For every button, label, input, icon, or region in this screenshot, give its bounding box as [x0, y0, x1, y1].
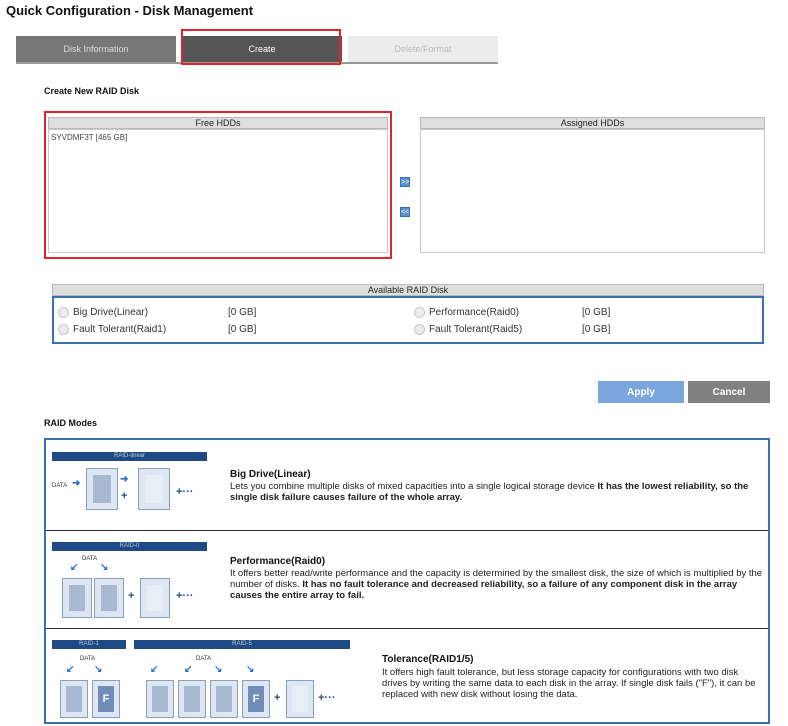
- assigned-hdds-header: Assigned HDDs: [420, 117, 765, 129]
- data-label: DATA: [196, 656, 212, 662]
- free-hdds-highlight: [44, 111, 392, 259]
- disk-face: [292, 686, 308, 712]
- mode-desc-linear: Lets you combine multiple disks of mixed…: [230, 481, 766, 503]
- arrow-down-right-icon: ↘: [94, 664, 103, 675]
- create-section-title: Create New RAID Disk: [44, 86, 140, 96]
- raid-option-raid1[interactable]: Fault Tolerant(Raid1): [58, 324, 166, 335]
- data-label: DATA: [52, 483, 68, 489]
- disk-icon: [286, 680, 314, 718]
- move-left-button[interactable]: <<: [400, 207, 410, 217]
- disk-face: [93, 475, 111, 503]
- available-raid-header: Available RAID Disk: [52, 284, 764, 296]
- arrow-right-icon: ➜: [120, 474, 129, 485]
- plus-more-icon: +···: [176, 590, 194, 602]
- arrow-right-icon: ➜: [72, 478, 81, 489]
- fault-disk-icon: F: [92, 680, 120, 718]
- fault-letter: F: [248, 686, 264, 712]
- mode-title-raid0: Performance(Raid0): [230, 556, 326, 567]
- raid-capacity: [0 GB]: [582, 324, 611, 335]
- disk-icon: [146, 680, 174, 718]
- fault-disk-icon: F: [242, 680, 270, 718]
- disk-icon: [178, 680, 206, 718]
- move-right-button[interactable]: >>: [400, 177, 410, 187]
- assigned-hdds-list[interactable]: [420, 129, 765, 253]
- arrow-down-right-icon: ↘: [246, 664, 255, 675]
- fault-letter: F: [98, 686, 114, 712]
- disk-face: [145, 475, 163, 503]
- page-title: Quick Configuration - Disk Management: [6, 3, 254, 18]
- mode-desc-raid0: It offers better read/write performance …: [230, 568, 766, 601]
- apply-button[interactable]: Apply: [598, 381, 684, 403]
- plus-icon: +: [121, 490, 128, 502]
- tab-delete-format[interactable]: Delete/Format: [348, 36, 498, 62]
- arrow-down-right-icon: ↘: [100, 562, 109, 573]
- tab-disk-information[interactable]: Disk Information: [16, 36, 176, 62]
- disk-icon: [62, 578, 92, 618]
- disk-icon: [140, 578, 170, 618]
- radio-icon[interactable]: [414, 307, 425, 318]
- disk-icon: [138, 468, 170, 510]
- plus-icon: +: [128, 590, 135, 602]
- disk-face: [147, 585, 163, 611]
- disk-face: [216, 686, 232, 712]
- arrow-down-left-icon: ↙: [150, 664, 159, 675]
- raid-0-bar: RAID-0: [52, 542, 207, 551]
- raid-option-label: Fault Tolerant(Raid1): [73, 324, 167, 335]
- disk-face: [152, 686, 168, 712]
- radio-icon[interactable]: [58, 324, 69, 335]
- mode-separator: [46, 530, 768, 531]
- disk-face: [69, 585, 85, 611]
- cancel-button[interactable]: Cancel: [688, 381, 770, 403]
- raid-option-raid0[interactable]: Performance(Raid0): [414, 307, 519, 318]
- raid-1-bar: RAID-1: [52, 640, 126, 649]
- raid-5-bar: RAID-5: [134, 640, 350, 649]
- data-label: DATA: [82, 556, 98, 562]
- arrow-down-left-icon: ↙: [184, 664, 193, 675]
- arrow-down-left-icon: ↙: [70, 562, 79, 573]
- mode-desc-tolerance: It offers high fault tolerance, but less…: [382, 667, 756, 700]
- raid-capacity: [0 GB]: [228, 307, 257, 318]
- mode-title-tolerance: Tolerance(RAID1/5): [382, 654, 474, 665]
- raid-option-label: Fault Tolerant(Raid5): [429, 324, 523, 335]
- arrow-down-right-icon: ↘: [214, 664, 223, 675]
- raid-option-label: Big Drive(Linear): [73, 307, 149, 318]
- raid-capacity: [0 GB]: [228, 324, 257, 335]
- arrow-down-left-icon: ↙: [66, 664, 75, 675]
- raid-option-linear[interactable]: Big Drive(Linear): [58, 307, 148, 318]
- raid-option-raid5[interactable]: Fault Tolerant(Raid5): [414, 324, 522, 335]
- disk-icon: [94, 578, 124, 618]
- disk-face: [101, 585, 117, 611]
- tab-create-highlight: [181, 29, 341, 65]
- raid-modes-title: RAID Modes: [44, 418, 98, 428]
- plus-more-icon: +···: [176, 486, 194, 498]
- disk-face: [66, 686, 82, 712]
- plus-icon: +: [274, 692, 281, 704]
- disk-icon: [60, 680, 88, 718]
- mode-desc-text: Lets you combine multiple disks of mixed…: [230, 481, 598, 492]
- raid-option-label: Performance(Raid0): [429, 307, 520, 318]
- radio-icon[interactable]: [414, 324, 425, 335]
- disk-icon: [86, 468, 118, 510]
- raid-capacity: [0 GB]: [582, 307, 611, 318]
- disk-icon: [210, 680, 238, 718]
- plus-more-icon: +···: [318, 692, 336, 704]
- mode-desc-bold: It has no fault tolerance and decreased …: [230, 579, 738, 601]
- disk-face: [184, 686, 200, 712]
- available-raid-box: [52, 296, 764, 344]
- radio-icon[interactable]: [58, 307, 69, 318]
- raid-linear-bar: RAID-linear: [52, 452, 207, 461]
- mode-title-linear: Big Drive(Linear): [230, 469, 311, 480]
- data-label: DATA: [80, 656, 96, 662]
- mode-separator: [46, 628, 768, 629]
